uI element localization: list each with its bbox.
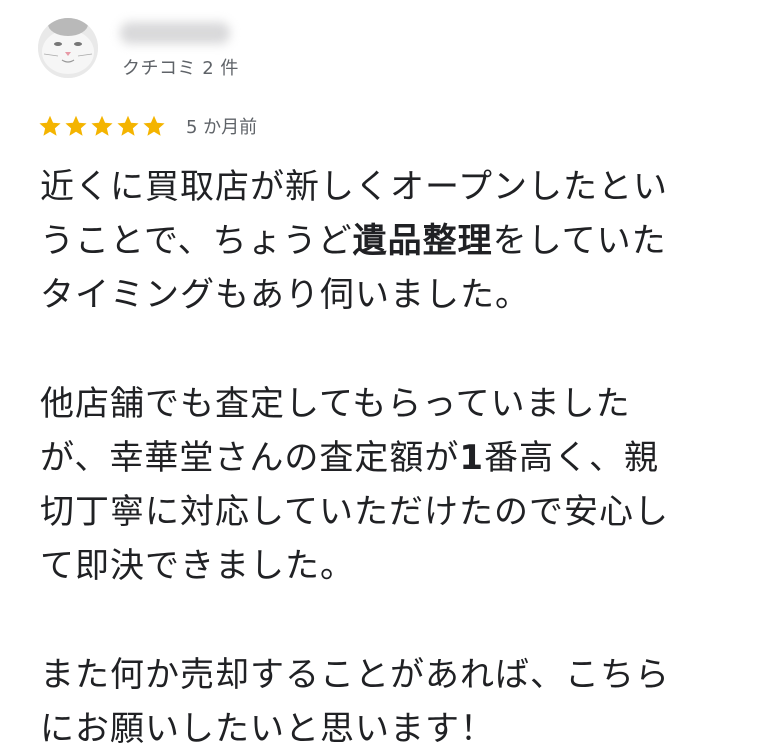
star-icon	[39, 115, 61, 136]
review-keyword-highlight: 遺品整理	[352, 221, 493, 261]
cat-face-icon	[38, 18, 98, 78]
review-line: が、幸華堂さんの査定額が1番高く、親	[40, 431, 745, 485]
reviewer-name-blurred[interactable]	[120, 22, 230, 44]
star-icon	[143, 115, 165, 136]
rating-row: 5 か月前	[38, 113, 257, 139]
review-text-segment: うことで、ちょうど	[40, 221, 353, 261]
review-line: て即決できました。	[40, 546, 355, 586]
review-count: クチコミ 2 件	[122, 58, 239, 79]
review-text: 近くに買取店が新しくオープンしたとい うことで、ちょうど遺品整理をしていた タイ…	[40, 160, 745, 749]
star-icon	[117, 115, 139, 136]
review-date: 5 か月前	[186, 117, 258, 138]
review-text-segment: をしていた	[492, 221, 667, 261]
review-line: うことで、ちょうど遺品整理をしていた	[40, 214, 745, 268]
review-line: にお願いしたいと思います！	[40, 709, 495, 749]
avatar[interactable]	[38, 18, 98, 78]
star-rating	[38, 114, 168, 138]
review-text-segment: が、幸華堂さんの査定額が	[40, 438, 460, 478]
star-icon	[65, 115, 87, 136]
review-line: タイミングもあり伺いました。	[40, 275, 530, 315]
review-line: 近くに買取店が新しくオープンしたとい	[40, 167, 668, 207]
star-icon	[91, 115, 113, 136]
review-line: また何か売却することがあれば、こちら	[40, 655, 670, 695]
review-keyword-highlight: 1	[459, 438, 484, 478]
review-line: 切丁寧に対応していただけたので安心し	[40, 492, 669, 532]
review-text-segment: 番高く、親	[484, 438, 659, 478]
review-line: 他店舗でも査定してもらっていました	[40, 384, 631, 424]
review-card: クチコミ 2 件 5 か月前 近くに買取店が新しくオープンしたとい うことで、ち…	[0, 0, 760, 749]
